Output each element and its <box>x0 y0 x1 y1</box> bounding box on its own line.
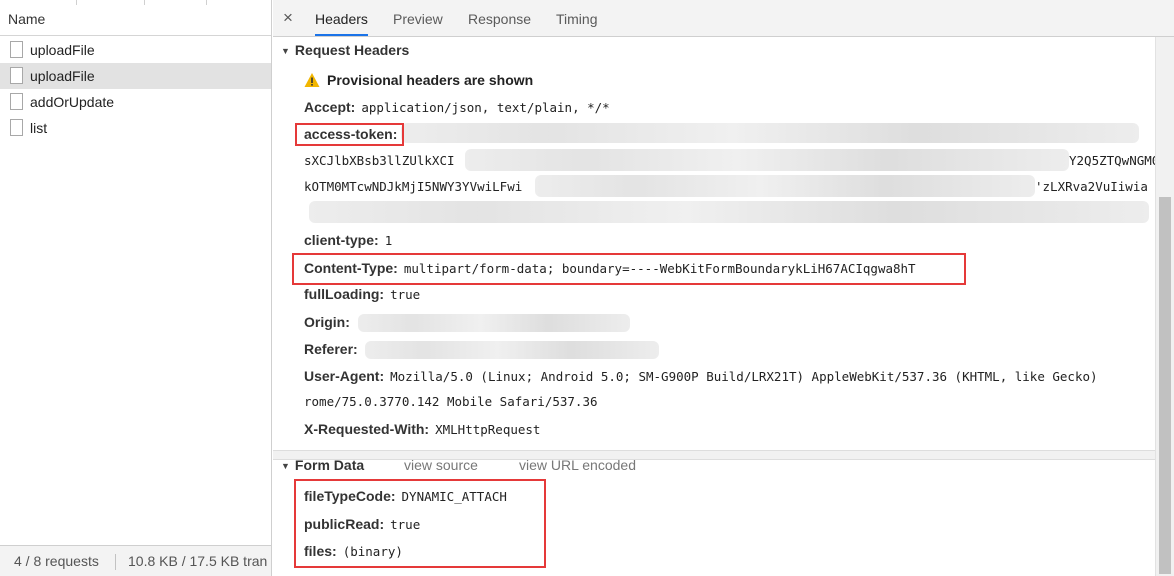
request-name: addOrUpdate <box>30 94 115 110</box>
provisional-headers-notice: Provisional headers are shown <box>327 72 534 88</box>
name-column-header[interactable]: Name <box>0 5 271 36</box>
access-token-line-2: sXCJlbXBsb3llZUlkXCI <box>304 149 455 173</box>
token-fragment: kOTM0MTcwNDJkMjI5NWY3YVwiLFwi <box>304 179 523 194</box>
header-accept: Accept: application/json, text/plain, */* <box>304 95 610 119</box>
header-name: X-Requested-With: <box>304 421 430 437</box>
header-x-requested-with: X-Requested-With: XMLHttpRequest <box>304 417 540 441</box>
request-row-uploadfile-2[interactable]: uploadFile <box>0 63 271 89</box>
close-icon[interactable]: × <box>283 7 293 29</box>
document-icon <box>10 119 23 136</box>
header-value: 1 <box>384 233 393 248</box>
redacted-origin-blur <box>358 314 630 332</box>
triangle-down-icon: ▼ <box>281 46 290 56</box>
header-user-agent-continued: rome/75.0.3770.142 Mobile Safari/537.36 <box>304 390 598 414</box>
request-name: uploadFile <box>30 68 95 84</box>
header-name: Accept: <box>304 99 356 115</box>
highlight-box-form-data <box>294 479 546 568</box>
warning-icon <box>304 73 320 87</box>
tab-timing[interactable]: Timing <box>556 0 598 36</box>
redacted-referer-blur <box>365 341 659 359</box>
highlight-box-content-type <box>292 253 966 285</box>
header-referer: Referer: <box>304 337 364 361</box>
triangle-down-icon: ▼ <box>281 461 290 471</box>
header-user-agent: User-Agent: Mozilla/5.0 (Linux; Android 5… <box>304 364 1098 388</box>
token-fragment: Y2Q5ZTQwNGM0Y <box>1069 153 1155 168</box>
header-origin: Origin: <box>304 310 356 334</box>
redacted-token-blur <box>401 123 1139 143</box>
scrollbar-thumb[interactable] <box>1159 197 1171 574</box>
headers-details-pane: ▼ Request Headers Provisional headers are… <box>273 37 1155 576</box>
status-separator <box>115 554 116 570</box>
access-token-line-3-end: 'zLXRva2VuIiwia <box>1035 175 1148 199</box>
redacted-token-blur <box>465 149 1069 171</box>
request-headers-section-toggle[interactable]: ▼ Request Headers <box>281 38 409 62</box>
header-name: Origin: <box>304 314 350 330</box>
request-row-list[interactable]: list <box>0 115 271 141</box>
access-token-line-3: kOTM0MTcwNDJkMjI5NWY3YVwiLFwi <box>304 175 522 199</box>
request-row-addorupdate[interactable]: addOrUpdate <box>0 89 271 115</box>
form-data-title: Form Data <box>294 457 365 473</box>
details-tab-bar: × Headers Preview Response Timing <box>273 0 1174 37</box>
view-url-encoded-link[interactable]: view URL encoded <box>519 453 636 477</box>
request-name: uploadFile <box>30 42 95 58</box>
redacted-token-blur <box>535 175 1035 197</box>
request-headers-title: Request Headers <box>294 42 410 58</box>
document-icon <box>10 93 23 110</box>
document-icon <box>10 67 23 84</box>
header-value: Mozilla/5.0 (Linux; Android 5.0; SM-G900… <box>390 369 1098 384</box>
form-data-section-toggle[interactable]: ▼ Form Data <box>281 453 364 477</box>
header-name: fullLoading: <box>304 286 385 302</box>
header-name: client-type: <box>304 232 379 248</box>
request-count: 4 / 8 requests <box>14 553 99 569</box>
highlight-box-access-token <box>295 123 404 146</box>
tab-headers[interactable]: Headers <box>315 0 368 36</box>
network-status-bar: 4 / 8 requests 10.8 KB / 17.5 KB tran <box>0 545 271 576</box>
tab-response[interactable]: Response <box>468 0 531 36</box>
header-value-continued: rome/75.0.3770.142 Mobile Safari/537.36 <box>304 394 598 409</box>
header-value: application/json, text/plain, */* <box>361 100 610 115</box>
view-source-link[interactable]: view source <box>404 453 478 477</box>
token-fragment: sXCJlbXBsb3llZUlkXCI <box>304 153 455 168</box>
request-row-uploadfile-1[interactable]: uploadFile <box>0 37 271 63</box>
details-scrollbar[interactable] <box>1155 37 1174 576</box>
header-name: User-Agent: <box>304 368 385 384</box>
request-list-panel: Name uploadFile uploadFile addOrUpdate l… <box>0 0 272 576</box>
token-fragment: 'zLXRva2VuIiwia <box>1035 179 1148 194</box>
header-value: true <box>390 287 421 302</box>
access-token-line-2-end: Y2Q5ZTQwNGM0Y <box>1069 149 1155 173</box>
header-fullloading: fullLoading: true <box>304 282 420 306</box>
header-name: Referer: <box>304 341 358 357</box>
header-client-type: client-type: 1 <box>304 228 392 252</box>
request-name: list <box>30 120 48 136</box>
header-value: XMLHttpRequest <box>435 422 541 437</box>
transfer-size: 10.8 KB / 17.5 KB tran <box>128 553 268 569</box>
tab-preview[interactable]: Preview <box>393 0 443 36</box>
document-icon <box>10 41 23 58</box>
redacted-token-blur <box>309 201 1149 223</box>
